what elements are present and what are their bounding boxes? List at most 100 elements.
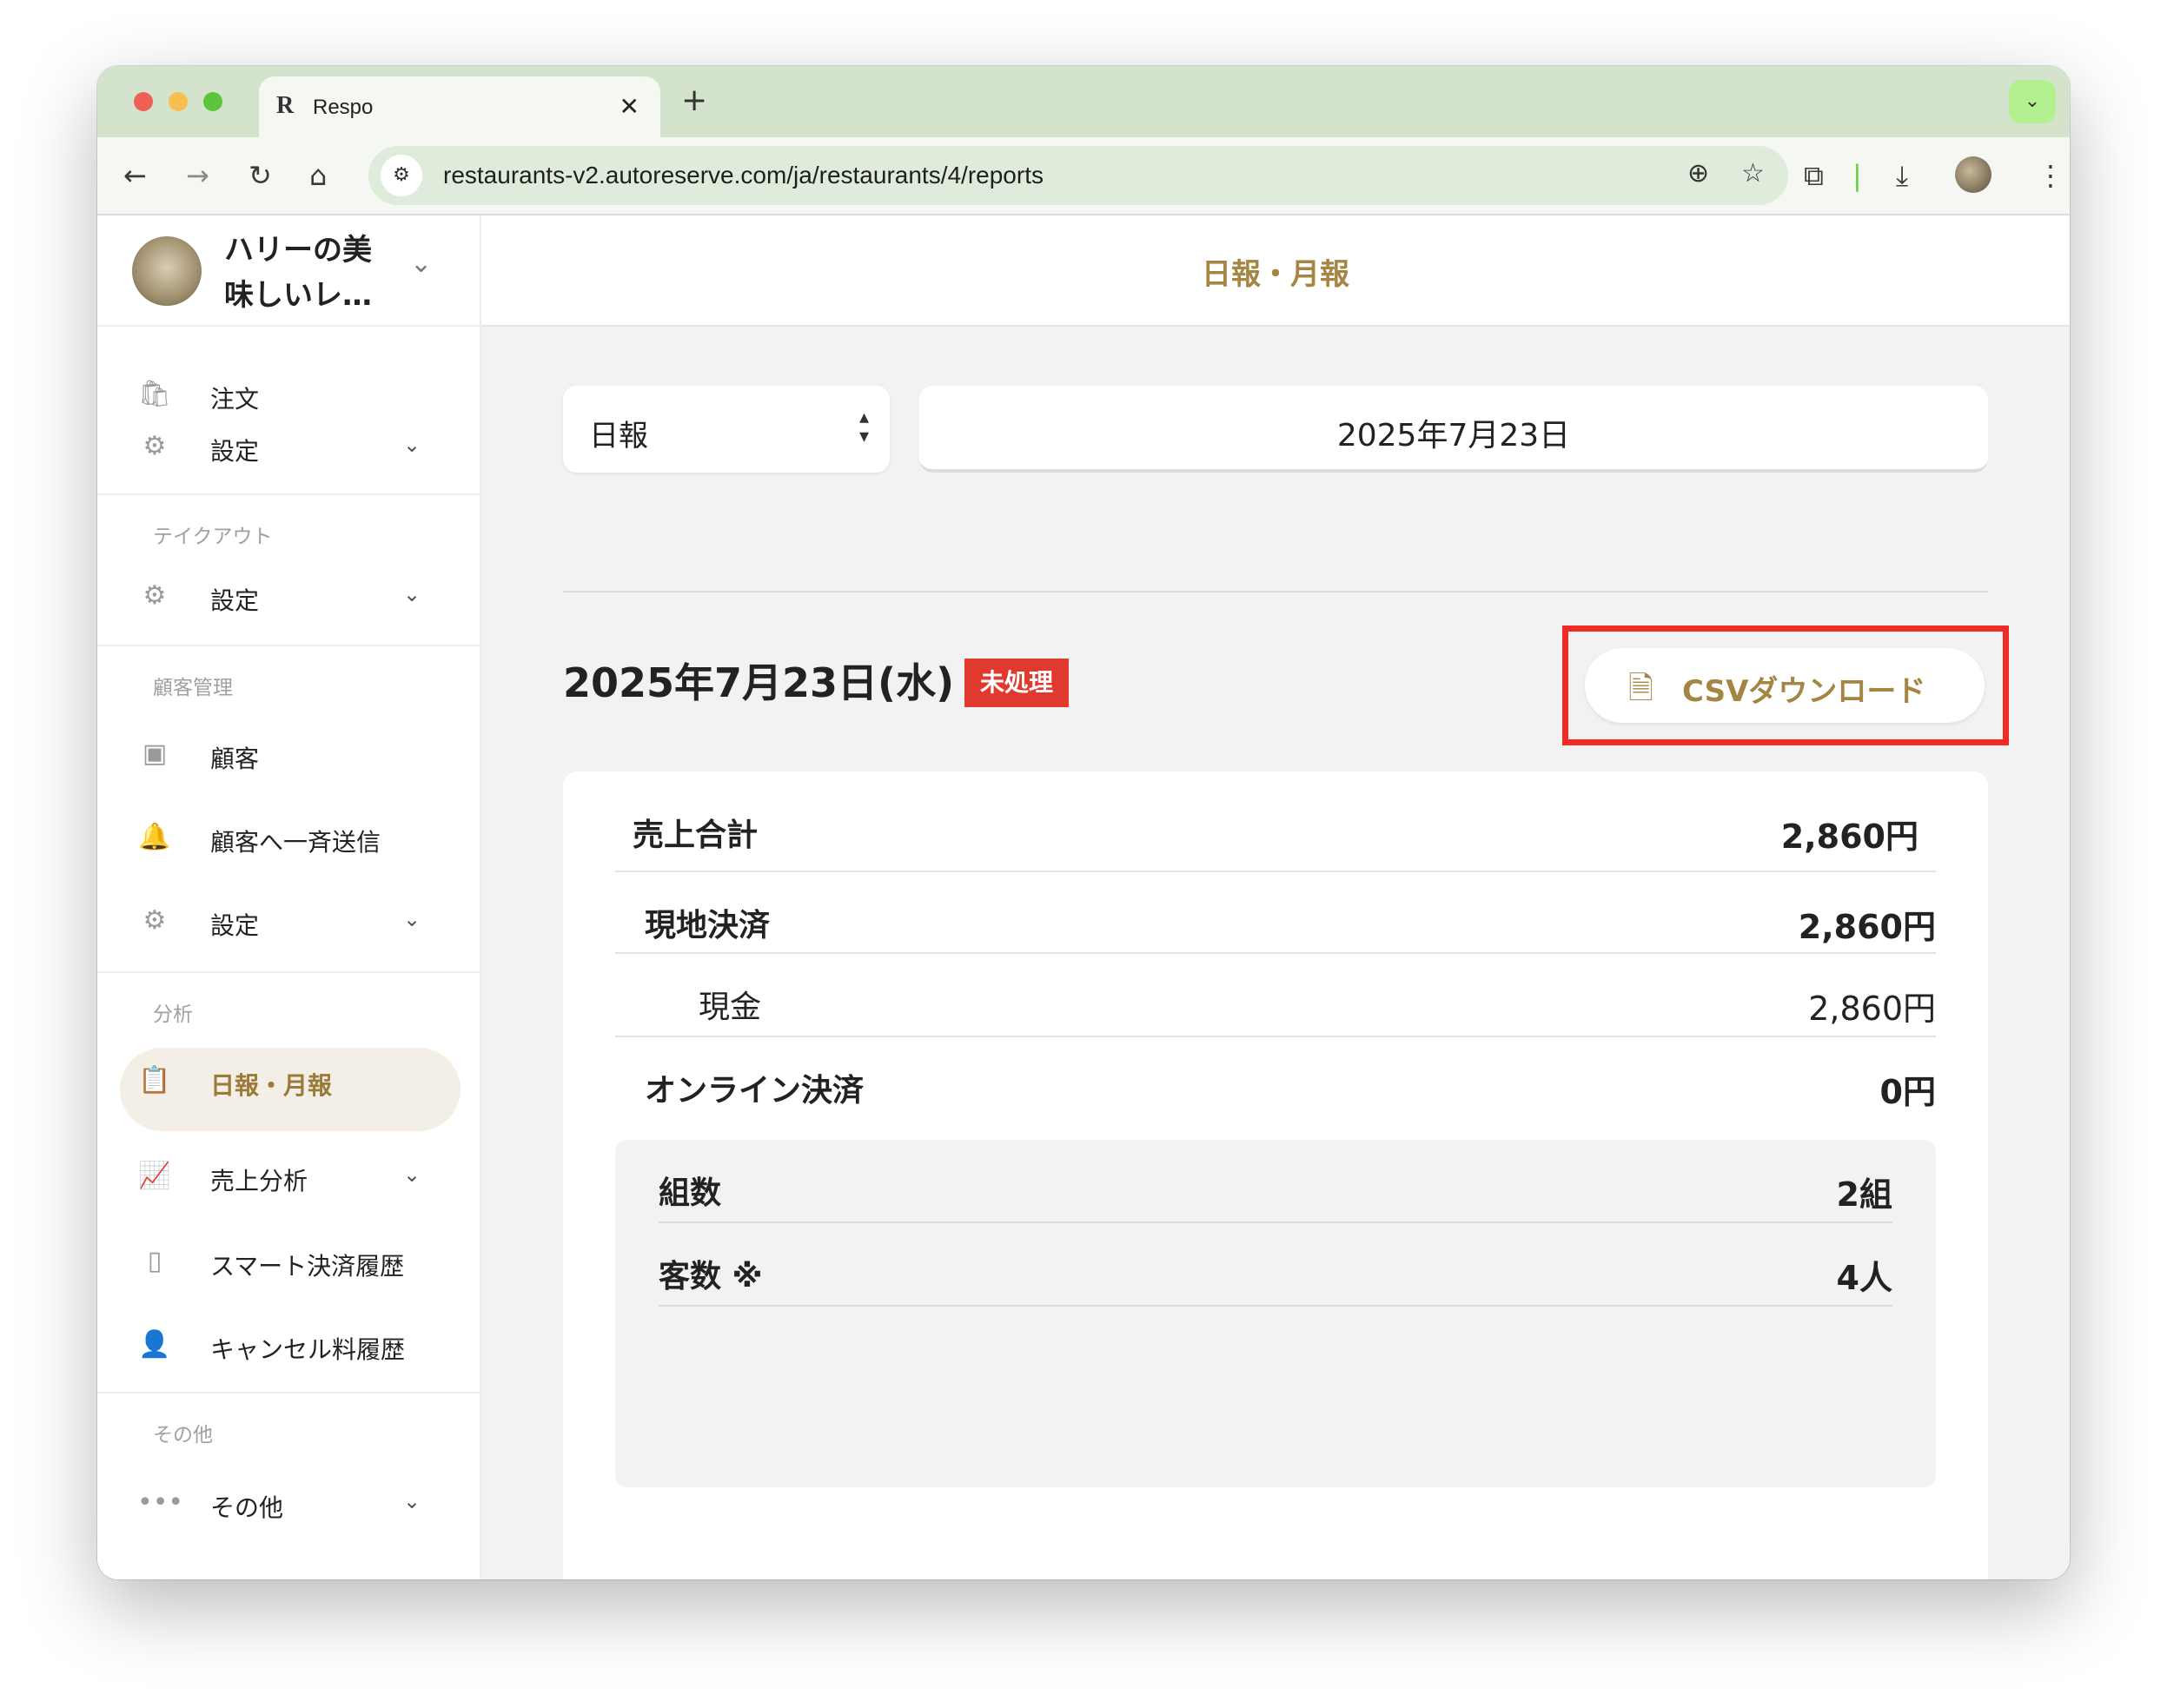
page-title: 日報・月報 [1202, 257, 1349, 292]
report-type-select[interactable]: 日報 ▴ ▾ [563, 386, 890, 473]
browser-window: R Respo ✕ + ⌄ ← → ↻ ⌂ ⚙ restaurants-v2.a… [97, 66, 2070, 1579]
sidebar-item-cancel-fee-history[interactable]: 👤 キャンセル料履歴 [97, 1312, 481, 1381]
divider [97, 971, 481, 973]
main-panel: 日報・月報 日報 ▴ ▾ 2025年7月23日 2025年7月23日(水) 未処理… [481, 215, 2070, 1579]
clipboard-icon: 📋 [138, 1065, 171, 1096]
tab-bar: R Respo ✕ + ⌄ [97, 66, 2070, 137]
chevron-down-icon: ⌄ [403, 1162, 421, 1187]
sidebar-item-daily-monthly-report[interactable]: 📋 日報・月報 [120, 1048, 461, 1131]
respo-logo-icon: R [276, 92, 295, 119]
page-header: 日報・月報 [481, 215, 2070, 327]
chevron-down-icon: ⌄ [403, 907, 421, 931]
divider [615, 871, 1936, 872]
sidebar-item-label: 顧客 [210, 745, 260, 773]
sidebar-item-label: 顧客へ一斉送信 [210, 828, 381, 857]
row-value: 2,860円 [1808, 990, 1936, 1028]
sidebar-item-label: 設定 [210, 586, 260, 615]
row-value: 0円 [1879, 1073, 1936, 1111]
date-picker-value: 2025年7月23日 [1336, 418, 1571, 453]
row-label: 現金 [699, 990, 762, 1025]
bookmark-star-icon[interactable]: ☆ [1741, 158, 1765, 189]
gear-icon: ⚙ [142, 431, 167, 461]
date-picker[interactable]: 2025年7月23日 [919, 386, 1988, 473]
toolbar-divider-icon: | [1852, 159, 1862, 192]
sidebar-item-customer-settings[interactable]: ⚙ 設定 ⌄ [97, 888, 481, 957]
maximize-window-button[interactable] [203, 92, 222, 111]
divider [563, 591, 1988, 593]
section-title-customers: 顧客管理 [153, 677, 233, 699]
site-info-icon[interactable]: ⚙ [381, 155, 422, 196]
row-label: 売上合計 [633, 818, 759, 853]
row-value: 2,860円 [1780, 818, 1918, 856]
divider [97, 645, 481, 646]
row-label: 現地決済 [645, 908, 771, 943]
divider [97, 493, 481, 495]
status-badge: 未処理 [964, 659, 1070, 707]
user-remove-icon: 👤 [138, 1329, 171, 1360]
tab-search-chevron-icon[interactable]: ⌄ [2009, 80, 2056, 123]
row-value: 2組 [1836, 1175, 1892, 1214]
sidebar-item-label: スマート決済履歴 [210, 1252, 405, 1281]
extensions-icon[interactable]: ⧉ [1804, 158, 1824, 193]
guest-summary-panel: 組数 2組 客数 ※ 4人 [615, 1140, 1936, 1487]
app-content: ハリーの美味しいレ… ⌄ 🛍 注文 ⚙ 設定 ⌄ テイクアウト ⚙ 設定 ⌄ 顧… [97, 215, 2070, 1579]
chevron-down-icon: ⌄ [403, 1489, 421, 1513]
shop-avatar [132, 236, 202, 306]
row-label: 組数 [659, 1175, 722, 1211]
sidebar-item-label: 売上分析 [210, 1167, 308, 1195]
sidebar-item-label: キャンセル料履歴 [210, 1335, 406, 1364]
file-download-icon: 🗎 [1628, 671, 1653, 706]
gear-icon: ⚙ [142, 905, 167, 936]
browser-toolbar: ← → ↻ ⌂ ⚙ restaurants-v2.autoreserve.com… [97, 137, 2070, 215]
guests-row: 客数 ※ 4人 [659, 1251, 1892, 1381]
line-chart-icon: 📈 [138, 1161, 171, 1191]
reload-icon[interactable]: ↻ [249, 158, 272, 193]
order-icon: 🛍 [137, 379, 172, 409]
sidebar-item-takeout-settings[interactable]: ⚙ 設定 ⌄ [97, 563, 481, 632]
sidebar-item-smart-payment-history[interactable]: ▯ スマート決済履歴 [97, 1228, 481, 1298]
section-title-takeout: テイクアウト [153, 526, 273, 548]
close-window-button[interactable] [134, 92, 153, 111]
sidebar-item-label: 日報・月報 [210, 1071, 333, 1100]
sidebar-item-settings[interactable]: ⚙ 設定 ⌄ [97, 414, 481, 483]
forward-arrow-icon[interactable]: → [186, 158, 209, 193]
phone-icon: ▯ [147, 1246, 162, 1276]
zoom-icon[interactable]: ⊕ [1687, 158, 1709, 189]
csv-download-button[interactable]: 🗎 CSVダウンロード [1585, 648, 1985, 723]
sidebar: ハリーの美味しいレ… ⌄ 🛍 注文 ⚙ 設定 ⌄ テイクアウト ⚙ 設定 ⌄ 顧… [97, 215, 481, 1579]
profile-avatar[interactable] [1955, 156, 1991, 193]
row-value: 4人 [1836, 1259, 1892, 1297]
row-value: 2,860円 [1798, 908, 1936, 946]
sidebar-item-label: 設定 [210, 437, 260, 466]
sidebar-item-customers[interactable]: ▣ 顧客 [97, 721, 481, 791]
more-dots-icon: ••• [137, 1487, 184, 1518]
back-arrow-icon[interactable]: ← [123, 158, 147, 193]
sidebar-item-label: 設定 [210, 911, 260, 940]
sidebar-item-label: 注文 [210, 385, 260, 414]
divider [97, 1392, 481, 1394]
divider [659, 1221, 1892, 1223]
sidebar-item-sales-analysis[interactable]: 📈 売上分析 ⌄ [97, 1143, 481, 1213]
select-arrows-icon: ▴ ▾ [858, 407, 869, 447]
close-tab-icon[interactable]: ✕ [620, 92, 639, 121]
chevron-down-icon: ⌄ [403, 582, 421, 606]
more-menu-icon[interactable]: ⋮ [2037, 158, 2064, 193]
sidebar-item-broadcast[interactable]: 🔔 顧客へ一斉送信 [97, 804, 481, 874]
address-bar[interactable]: ⚙ restaurants-v2.autoreserve.com/ja/rest… [368, 146, 1788, 205]
url-text[interactable]: restaurants-v2.autoreserve.com/ja/restau… [443, 162, 1044, 189]
chevron-down-icon: ⌄ [403, 433, 421, 457]
report-card: 売上合計 2,860円 現地決済 2,860円 現金 2,860円 オンライン決… [563, 771, 1988, 1579]
section-title-analysis: 分析 [153, 1003, 193, 1026]
new-tab-icon[interactable]: + [681, 85, 707, 116]
shop-switcher[interactable]: ハリーの美味しいレ… ⌄ [97, 215, 481, 327]
sidebar-item-other[interactable]: ••• その他 ⌄ [97, 1470, 481, 1539]
chevron-down-icon[interactable]: ⌄ [410, 248, 432, 279]
report-type-value: 日報 [589, 419, 648, 453]
browser-tab[interactable]: R Respo ✕ [259, 76, 660, 137]
csv-download-label: CSVダウンロード [1682, 674, 1926, 709]
download-icon[interactable]: ⤓ [1896, 158, 1908, 193]
minimize-window-button[interactable] [169, 92, 188, 111]
sidebar-item-label: その他 [210, 1493, 284, 1522]
section-title-other: その他 [153, 1424, 213, 1447]
home-icon[interactable]: ⌂ [309, 158, 327, 193]
